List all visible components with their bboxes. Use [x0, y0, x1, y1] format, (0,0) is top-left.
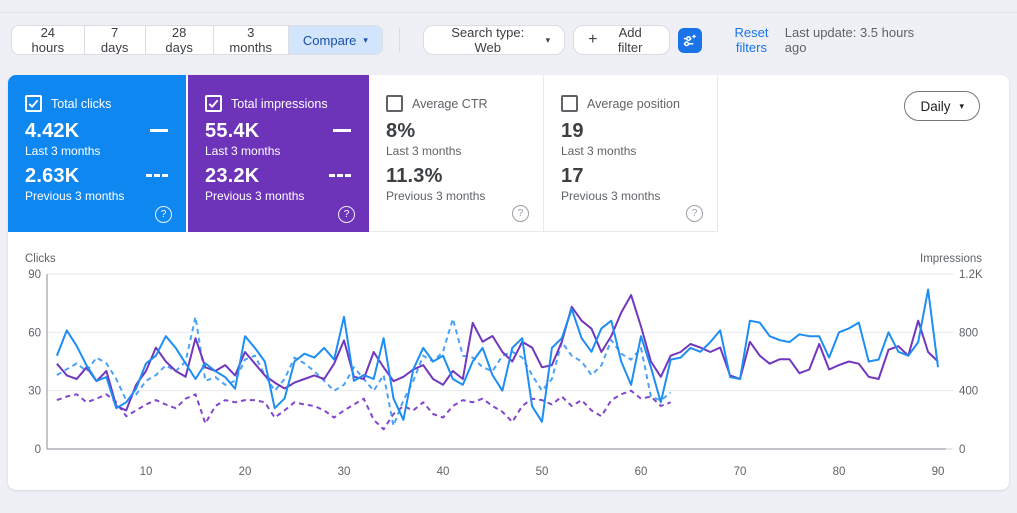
last-update-text: Last update: 3.5 hours ago [784, 25, 915, 55]
clicks-previous-3-months-line [56, 315, 672, 427]
granularity-label: Daily [920, 98, 951, 114]
chevron-down-icon: ▾ [545, 34, 551, 45]
total-impressions-card[interactable]: Total impressions 55.4K Last 3 months 23… [188, 75, 369, 232]
metric-label: Total impressions [231, 96, 328, 111]
top-divider [0, 12, 1017, 13]
x-axis-tick: 50 [536, 466, 549, 478]
chevron-down-icon: ▾ [959, 100, 964, 111]
performance-chart-svg: 0 30 60 90 0 400 800 1.2K Clicks Impressions 10 20 3… [25, 253, 983, 478]
compare-label: Compare [302, 32, 357, 48]
date-range-tabs: 24 hours 7 days 28 days 3 months Compare… [11, 25, 383, 55]
search-type-dropdown[interactable]: Search type: Web ▾ [422, 25, 566, 55]
metric-period-current: Last 3 months [386, 144, 462, 158]
average-position-checkbox[interactable] [561, 95, 578, 112]
checkmark-icon [28, 99, 39, 109]
metric-value-current: 55.4K [205, 120, 369, 142]
metric-period-previous: Previous 3 months [561, 189, 661, 203]
performance-panel: Total clicks 4.42K Last 3 months 2.63K P… [8, 75, 1009, 490]
x-axis-tick: 70 [734, 466, 747, 478]
total-clicks-checkbox[interactable] [25, 95, 42, 112]
metric-value-previous: 2.63K [25, 165, 186, 187]
solid-line-indicator [333, 129, 351, 132]
left-axis-title: Clicks [25, 253, 56, 265]
metric-period-previous: Previous 3 months [205, 189, 305, 203]
metric-period-previous: Previous 3 months [25, 189, 125, 203]
metric-value-previous: 11.3% [386, 165, 443, 187]
average-ctr-checkbox[interactable] [386, 95, 403, 112]
checkmark-icon [208, 99, 219, 109]
x-axis-tick: 60 [635, 466, 648, 478]
left-axis-tick: 30 [28, 386, 41, 398]
toolbar-divider [398, 28, 400, 52]
right-axis-tick: 400 [959, 386, 978, 398]
tab-28-days[interactable]: 28 days [145, 26, 214, 54]
tune-sparkle-icon [684, 33, 697, 46]
metric-value-previous: 23.2K [205, 165, 369, 187]
tab-7-days[interactable]: 7 days [84, 26, 146, 54]
metric-label: Average position [587, 96, 680, 111]
x-axis-tick: 40 [437, 466, 450, 478]
metric-period-current: Last 3 months [561, 144, 637, 158]
right-axis-tick: 1.2K [959, 269, 983, 281]
average-position-card[interactable]: Average position 19 Last 3 months 17 Pre… [544, 75, 718, 232]
search-type-label: Search type: Web [451, 25, 525, 55]
reset-filters-button[interactable]: Reset filters [718, 25, 785, 55]
metric-period-current: Last 3 months [205, 144, 281, 158]
impressions-last-3-months-line [56, 294, 939, 412]
right-axis-tick: 0 [959, 444, 965, 456]
dashed-line-indicator [146, 174, 168, 177]
metric-value-current: 19 [561, 120, 584, 142]
right-axis-tick: 800 [959, 327, 978, 339]
total-impressions-checkbox[interactable] [205, 95, 222, 112]
metric-period-current: Last 3 months [25, 144, 101, 158]
metric-period-previous: Previous 3 months [386, 189, 486, 203]
dashed-line-indicator [329, 174, 351, 177]
metric-label: Average CTR [412, 96, 488, 111]
search-console-performance-page: 24 hours 7 days 28 days 3 months Compare… [0, 0, 1017, 513]
left-axis-tick: 90 [28, 269, 41, 281]
help-icon[interactable]: ? [686, 205, 703, 222]
average-ctr-card[interactable]: Average CTR 8% Last 3 months 11.3% Previ… [369, 75, 544, 232]
metric-cards-row: Total clicks 4.42K Last 3 months 2.63K P… [8, 75, 1009, 232]
x-axis-tick: 20 [239, 466, 252, 478]
filter-settings-button[interactable] [677, 27, 703, 53]
total-clicks-card[interactable]: Total clicks 4.42K Last 3 months 2.63K P… [8, 75, 188, 232]
left-axis-tick: 60 [28, 327, 41, 339]
tab-24-hours[interactable]: 24 hours [12, 26, 85, 54]
x-axis-tick: 80 [833, 466, 846, 478]
add-filter-button[interactable]: + Add filter [573, 25, 670, 55]
granularity-dropdown[interactable]: Daily ▾ [904, 91, 980, 121]
metric-label: Total clicks [51, 96, 112, 111]
x-axis-tick: 30 [338, 466, 351, 478]
help-icon[interactable]: ? [512, 205, 529, 222]
x-axis-tick: 90 [932, 466, 945, 478]
metric-value-current: 8% [386, 120, 416, 142]
tab-3-months[interactable]: 3 months [213, 26, 289, 54]
solid-line-indicator [150, 129, 168, 132]
add-filter-label: Add filter [617, 25, 643, 55]
clicks-last-3-months-line [55, 288, 939, 423]
help-icon[interactable]: ? [155, 206, 172, 223]
help-icon[interactable]: ? [338, 206, 355, 223]
right-axis-title: Impressions [920, 253, 982, 265]
left-axis-tick: 0 [35, 444, 41, 456]
chevron-down-icon: ▾ [363, 34, 368, 45]
filters-toolbar: 24 hours 7 days 28 days 3 months Compare… [11, 25, 1009, 55]
impressions-previous-3-months-line [56, 389, 672, 431]
metric-value-current: 4.42K [25, 120, 186, 142]
performance-chart[interactable]: 0 30 60 90 0 400 800 1.2K Clicks Impressions 10 20 3… [8, 232, 1009, 490]
tab-compare[interactable]: Compare ▾ [288, 26, 382, 54]
metric-value-previous: 17 [561, 165, 584, 187]
plus-icon: + [588, 30, 598, 48]
x-axis-tick: 10 [140, 466, 153, 478]
